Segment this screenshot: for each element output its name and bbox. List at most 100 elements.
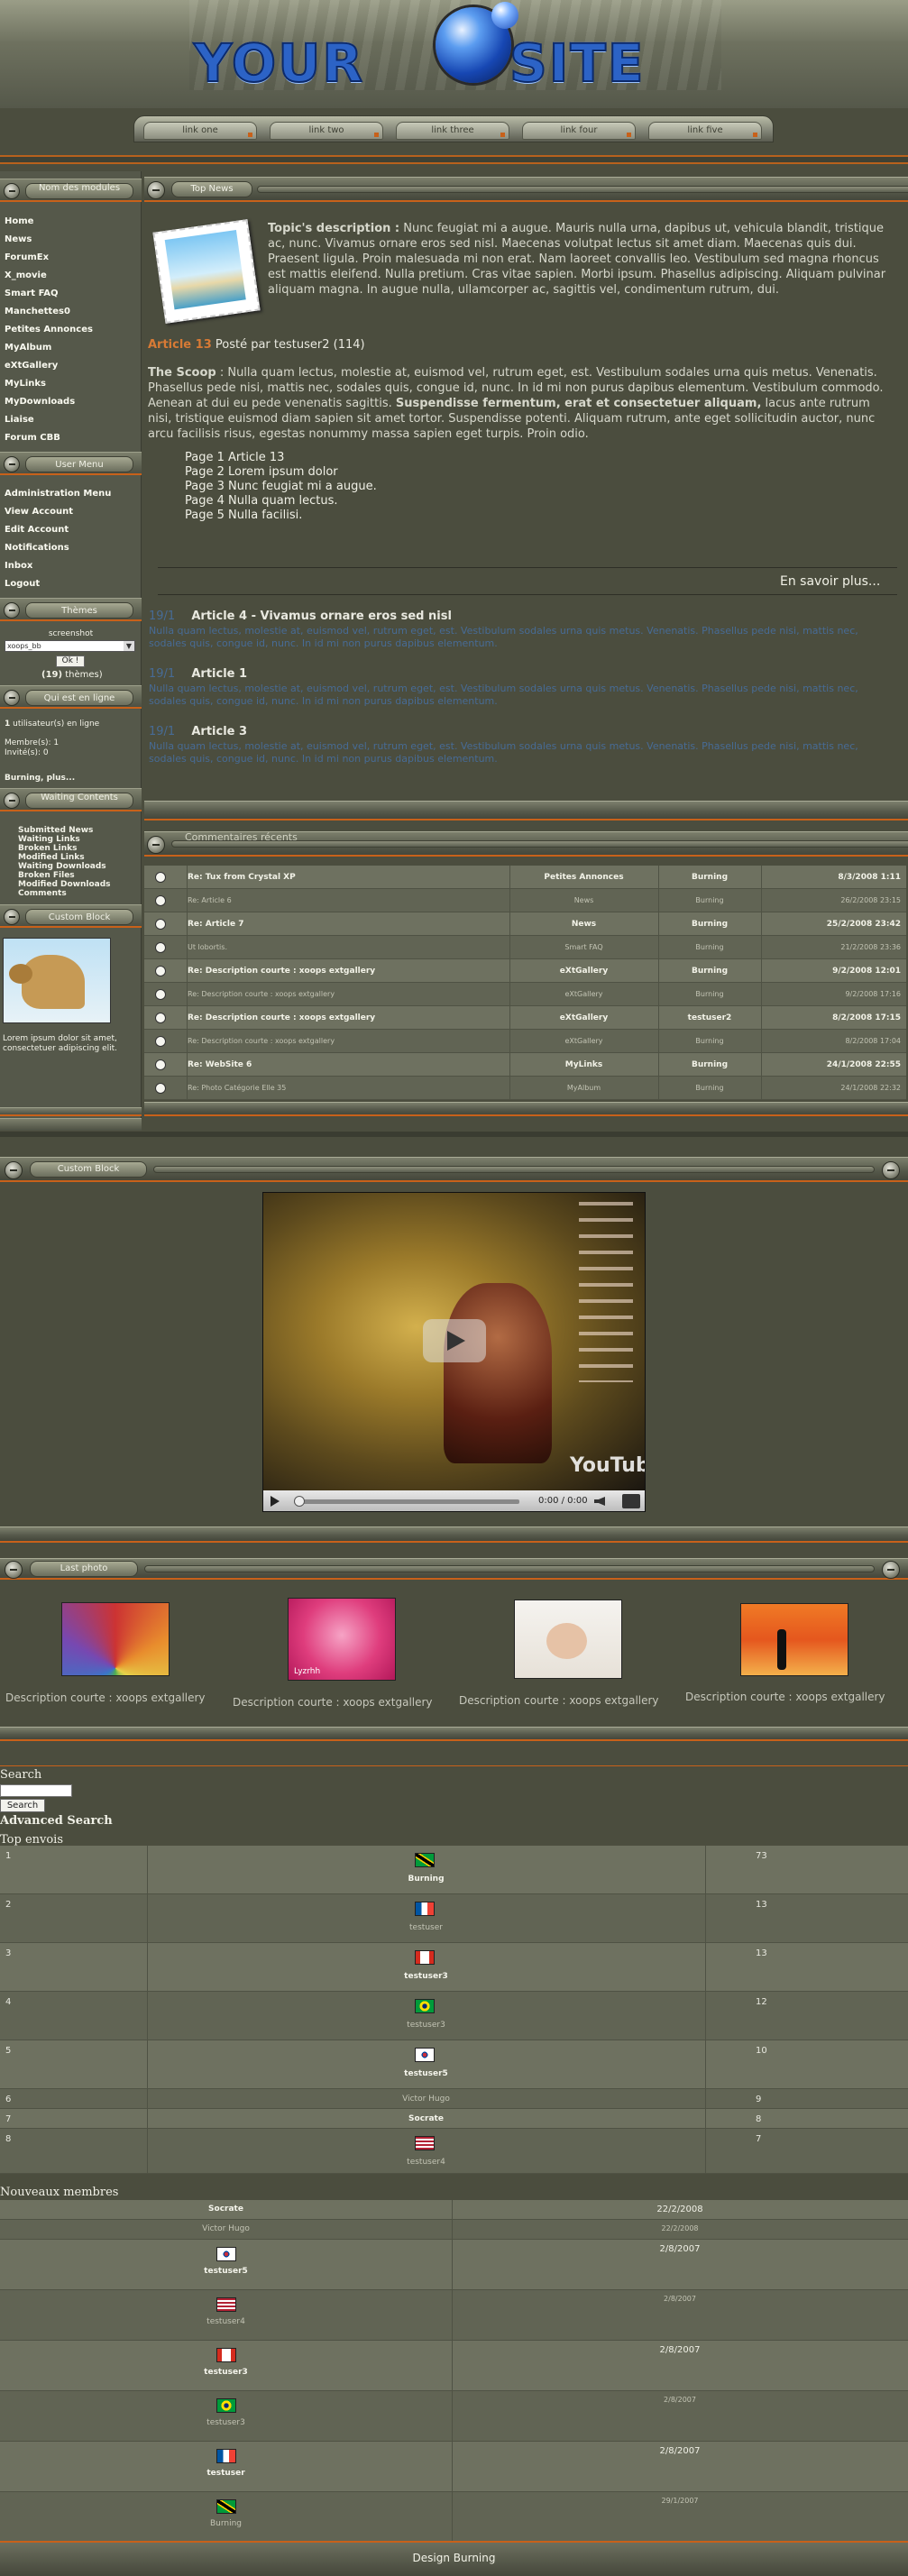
volume-icon[interactable]: [594, 1497, 605, 1506]
comment-module[interactable]: News: [509, 896, 658, 904]
menu-item-forumex[interactable]: ForumEx: [5, 252, 49, 262]
page-link-4[interactable]: Page 4 Nulla quam lectus.: [185, 494, 377, 509]
comment-module[interactable]: eXtGallery: [509, 1037, 658, 1045]
menu-item-mylinks[interactable]: MyLinks: [5, 379, 46, 389]
collapse-icon[interactable]: [4, 909, 20, 925]
waiting-broken-links[interactable]: Broken Links: [18, 844, 77, 853]
comment-user[interactable]: Burning: [658, 943, 761, 951]
member-link[interactable]: Victor Hugo: [0, 2224, 452, 2233]
other-article-title[interactable]: Article 3: [191, 725, 247, 738]
comment-module[interactable]: MyAlbum: [509, 1084, 658, 1092]
member-link[interactable]: testuser4: [0, 2317, 452, 2326]
waiting-submitted-news[interactable]: Submitted News: [18, 826, 93, 835]
fullscreen-icon[interactable]: [622, 1494, 640, 1508]
menu-item-edit-account[interactable]: Edit Account: [5, 525, 69, 535]
collapse-icon[interactable]: [882, 1161, 900, 1179]
comment-row[interactable]: Re: Description courte : xoops extgaller…: [144, 1006, 906, 1030]
menu-item-myalbum[interactable]: MyAlbum: [5, 343, 51, 353]
photo-golfer[interactable]: [740, 1603, 848, 1676]
user-link[interactable]: Victor Hugo: [147, 2095, 705, 2104]
comment-title[interactable]: Re: Description courte : xoops extgaller…: [188, 967, 375, 976]
comment-module[interactable]: eXtGallery: [509, 990, 658, 998]
collapse-icon[interactable]: [4, 183, 20, 199]
collapse-icon[interactable]: [4, 456, 20, 472]
other-article-title[interactable]: Article 1: [191, 667, 247, 681]
online-users-link[interactable]: Burning, plus...: [5, 774, 75, 783]
waiting-broken-files[interactable]: Broken Files: [18, 871, 75, 880]
search-button[interactable]: Search: [0, 1799, 45, 1812]
comment-module[interactable]: MyLinks: [509, 1060, 658, 1069]
menu-item-admin[interactable]: Administration Menu: [5, 489, 111, 499]
collapse-icon[interactable]: [4, 793, 20, 809]
member-link[interactable]: testuser: [0, 2469, 452, 2478]
search-input[interactable]: [0, 1784, 72, 1797]
comment-title[interactable]: Re: Description courte : xoops extgaller…: [188, 1037, 335, 1045]
comment-module[interactable]: eXtGallery: [509, 967, 658, 976]
comment-row[interactable]: Re: Tux from Crystal XP Petites Annonces B…: [144, 866, 906, 889]
user-link[interactable]: testuser5: [147, 2069, 705, 2078]
menu-item-extgallery[interactable]: eXtGallery: [5, 361, 58, 371]
member-link[interactable]: Socrate: [0, 2205, 452, 2214]
comment-user[interactable]: Burning: [658, 896, 761, 904]
photo-pink[interactable]: Lyzrhh: [288, 1598, 396, 1681]
menu-item-view-account[interactable]: View Account: [5, 507, 73, 517]
waiting-modified-downloads[interactable]: Modified Downloads: [18, 880, 111, 889]
comment-module[interactable]: News: [509, 920, 658, 929]
waiting-comments[interactable]: Comments: [18, 889, 67, 898]
user-link[interactable]: Burning: [147, 1875, 705, 1884]
waiting-downloads[interactable]: Waiting Downloads: [18, 862, 106, 871]
collapse-icon[interactable]: [147, 836, 165, 854]
menu-item-forum-cbb[interactable]: Forum CBB: [5, 433, 60, 443]
comment-title[interactable]: Re: Description courte : xoops extgaller…: [188, 990, 335, 998]
waiting-modified-links[interactable]: Modified Links: [18, 853, 85, 862]
collapse-icon[interactable]: [5, 1161, 23, 1179]
user-link[interactable]: testuser3: [147, 1972, 705, 1981]
nav-link-five[interactable]: link five: [648, 122, 762, 140]
youtube-player[interactable]: YouTube 0:00 / 0:00: [262, 1192, 646, 1512]
member-link[interactable]: testuser3: [0, 2368, 452, 2377]
member-link[interactable]: testuser3: [0, 2418, 452, 2427]
play-overlay-button[interactable]: [423, 1319, 486, 1362]
photo-umbrella[interactable]: [61, 1602, 170, 1676]
comment-row[interactable]: Ut lobortis. Smart FAQ Burning 21/2/2008 23…: [144, 936, 906, 959]
user-link[interactable]: testuser4: [147, 2158, 705, 2167]
comment-title[interactable]: Re: Photo Catégorie Elle 35: [188, 1084, 286, 1092]
page-link-3[interactable]: Page 3 Nunc feugiat mi a augue.: [185, 480, 377, 494]
comment-user[interactable]: Burning: [658, 920, 761, 929]
theme-ok-button[interactable]: Ok !: [56, 655, 85, 667]
menu-item-liaise[interactable]: Liaise: [5, 415, 34, 425]
comment-row[interactable]: Re: Article 7 News Burning 25/2/2008 23:42: [144, 912, 906, 936]
comment-module[interactable]: Smart FAQ: [509, 943, 658, 951]
collapse-icon[interactable]: [4, 690, 20, 706]
comment-row[interactable]: Re: Description courte : xoops extgaller…: [144, 983, 906, 1006]
collapse-icon[interactable]: [4, 602, 20, 619]
article-title-link[interactable]: Article 13: [148, 338, 212, 352]
comment-user[interactable]: testuser2: [658, 1013, 761, 1022]
menu-item-home[interactable]: Home: [5, 216, 33, 226]
member-link[interactable]: testuser5: [0, 2267, 452, 2276]
member-link[interactable]: Burning: [0, 2519, 452, 2528]
menu-item-mydownloads[interactable]: MyDownloads: [5, 397, 75, 407]
user-link[interactable]: testuser: [147, 1923, 705, 1932]
comment-title[interactable]: Re: Description courte : xoops extgaller…: [188, 1013, 375, 1022]
comment-row[interactable]: Re: Article 6 News Burning 26/2/2008 23:15: [144, 889, 906, 912]
comment-title[interactable]: Re: Article 6: [188, 896, 232, 904]
collapse-icon[interactable]: [882, 1561, 900, 1579]
page-link-2[interactable]: Page 2 Lorem ipsum dolor: [185, 465, 377, 480]
nav-link-four[interactable]: link four: [522, 122, 636, 140]
read-more-link[interactable]: En savoir plus...: [780, 574, 880, 589]
comment-user[interactable]: Burning: [658, 1037, 761, 1045]
comment-module[interactable]: Petites Annonces: [509, 873, 658, 882]
comment-title[interactable]: Re: Article 7: [188, 920, 243, 929]
advanced-search-link[interactable]: Advanced Search: [0, 1814, 113, 1828]
waiting-links[interactable]: Waiting Links: [18, 835, 80, 844]
nav-link-two[interactable]: link two: [270, 122, 383, 140]
theme-select[interactable]: xoops_bb ▼: [5, 640, 135, 652]
nav-link-three[interactable]: link three: [396, 122, 509, 140]
other-article-title[interactable]: Article 4 - Vivamus ornare eros sed nisl: [191, 610, 452, 623]
menu-item-smart-faq[interactable]: Smart FAQ: [5, 289, 59, 298]
comment-row[interactable]: Re: Description courte : xoops extgaller…: [144, 1030, 906, 1053]
comment-row[interactable]: Re: WebSite 6 MyLinks Burning 24/1/2008 22:…: [144, 1053, 906, 1077]
menu-item-petites-annonces[interactable]: Petites Annonces: [5, 325, 93, 335]
comment-user[interactable]: Burning: [658, 1084, 761, 1092]
